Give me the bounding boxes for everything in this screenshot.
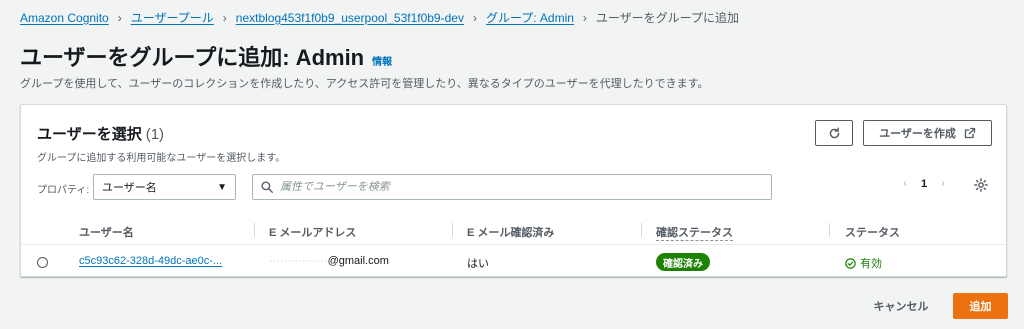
column-username[interactable]: ユーザー名	[79, 224, 134, 240]
page: Amazon Cognito › ユーザープール › nextblog453f1…	[0, 0, 1024, 329]
column-divider	[254, 223, 255, 237]
table-row: c5c93c62-328d-49dc-ae0c-... ············…	[21, 246, 1006, 276]
breadcrumb-current: ユーザーをグループに追加	[595, 11, 739, 25]
page-number[interactable]: 1	[921, 178, 927, 190]
page-description: グループを使用して、ユーザーのコレクションを作成したり、アクセス許可を管理したり…	[20, 78, 709, 90]
property-select[interactable]: ユーザー名 ▼	[93, 174, 236, 200]
breadcrumb-group[interactable]: グループ: Admin	[486, 9, 574, 26]
chevron-right-icon[interactable]: ›	[936, 178, 950, 190]
column-divider	[641, 223, 642, 237]
chevron-left-icon[interactable]: ‹	[898, 178, 912, 190]
pagination: ‹ 1 ›	[898, 178, 950, 190]
breadcrumb-user-pool[interactable]: nextblog453f1f0b9_userpool_53f1f0b9-dev	[236, 11, 464, 25]
panel-title: ユーザーを選択 (1)	[37, 123, 164, 144]
settings-button[interactable]	[974, 178, 988, 197]
breadcrumb-cognito[interactable]: Amazon Cognito	[20, 11, 109, 25]
property-label: プロパティ:	[37, 185, 90, 196]
refresh-icon	[829, 126, 839, 138]
create-user-label: ユーザーを作成	[879, 128, 956, 140]
add-button[interactable]: 追加	[953, 293, 1008, 319]
search-icon	[261, 181, 273, 193]
column-confirmation-label: 確認ステータス	[656, 227, 733, 241]
chevron-right-icon: ›	[472, 10, 477, 25]
column-divider	[829, 223, 830, 237]
email-redacted: ················	[269, 255, 328, 267]
email-cell: ················@gmail.com	[269, 255, 389, 267]
page-title: ユーザーをグループに追加: Admin	[20, 45, 365, 70]
panel-title-text: ユーザーを選択	[37, 126, 142, 143]
gear-icon	[974, 178, 988, 192]
search-input[interactable]	[280, 181, 760, 193]
status-text: 有効	[860, 258, 882, 270]
username-link[interactable]: c5c93c62-328d-49dc-ae0c-...	[79, 255, 222, 267]
chevron-right-icon: ›	[117, 10, 122, 25]
caret-down-icon: ▼	[217, 181, 227, 193]
email-verified-cell: はい	[467, 258, 489, 270]
column-email-verified[interactable]: E メール確認済み	[467, 224, 554, 240]
breadcrumb: Amazon Cognito › ユーザープール › nextblog453f1…	[20, 9, 739, 26]
confirmation-badge: 確認済み	[656, 253, 710, 271]
column-status[interactable]: ステータス	[845, 224, 900, 240]
breadcrumb-user-pools[interactable]: ユーザープール	[131, 9, 214, 26]
external-link-icon	[964, 127, 976, 139]
refresh-button[interactable]	[815, 120, 853, 146]
column-confirmation[interactable]: 確認ステータス	[656, 224, 733, 241]
title-row: ユーザーをグループに追加: Admin 情報	[20, 40, 392, 72]
info-link[interactable]: 情報	[372, 53, 392, 68]
panel-count: (1)	[145, 126, 165, 143]
column-email[interactable]: E メールアドレス	[269, 224, 356, 240]
search-box[interactable]	[252, 174, 772, 200]
email-domain: @gmail.com	[327, 255, 389, 267]
status-cell: 有効	[845, 255, 882, 271]
table-header: ユーザー名 E メールアドレス E メール確認済み 確認ステータス ステータス	[21, 215, 1006, 245]
chevron-right-icon: ›	[582, 10, 587, 25]
panel-description: グループに追加する利用可能なユーザーを選択します。	[37, 153, 286, 164]
create-user-button[interactable]: ユーザーを作成	[863, 120, 992, 146]
property-value: ユーザー名	[102, 182, 157, 194]
check-circle-icon	[845, 257, 856, 269]
chevron-right-icon: ›	[222, 10, 227, 25]
cancel-button[interactable]: キャンセル	[856, 293, 946, 319]
column-divider	[452, 223, 453, 237]
select-users-panel: ユーザーを選択 (1) グループに追加する利用可能なユーザーを選択します。 ユーザ…	[20, 104, 1007, 277]
